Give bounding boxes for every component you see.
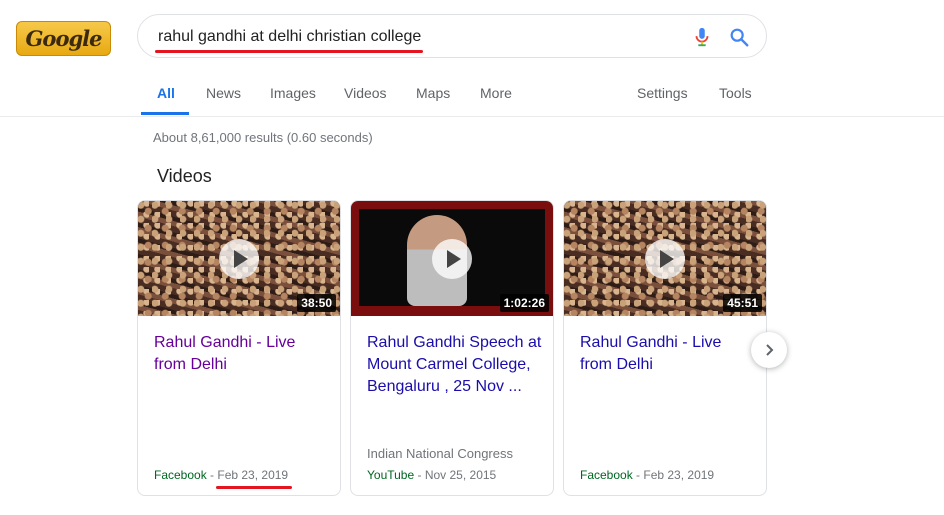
chevron-right-icon	[766, 344, 774, 356]
play-icon[interactable]	[432, 239, 472, 279]
play-icon[interactable]	[219, 239, 259, 279]
video-duration: 38:50	[297, 294, 336, 312]
video-channel: Indian National Congress	[367, 446, 513, 461]
annotation-underline-date	[216, 486, 292, 489]
video-card[interactable]: 1:02:26 Rahul Gandhi Speech at Mount Car…	[350, 200, 554, 496]
video-thumbnail[interactable]: 1:02:26	[351, 201, 553, 316]
video-title-link[interactable]: Rahul Gandhi Speech at Mount Carmel Coll…	[367, 332, 543, 398]
search-icon[interactable]	[728, 26, 750, 48]
tab-news[interactable]: News	[206, 85, 241, 101]
video-source: Facebook	[154, 468, 207, 482]
play-icon[interactable]	[645, 239, 685, 279]
video-meta: Facebook - Feb 23, 2019	[154, 468, 289, 482]
search-input[interactable]: rahul gandhi at delhi christian college	[158, 28, 421, 46]
mic-icon[interactable]	[691, 26, 713, 48]
video-thumbnail[interactable]: 45:51	[564, 201, 766, 316]
tab-maps[interactable]: Maps	[416, 85, 450, 101]
search-box[interactable]: rahul gandhi at delhi christian college	[137, 14, 767, 58]
active-tab-indicator	[141, 112, 189, 115]
video-duration: 45:51	[723, 294, 762, 312]
video-duration: 1:02:26	[499, 294, 549, 312]
tab-all[interactable]: All	[157, 85, 175, 101]
tab-more[interactable]: More	[480, 85, 512, 101]
google-logo[interactable]: Google	[16, 21, 111, 56]
tab-settings[interactable]: Settings	[637, 85, 688, 101]
video-date: Feb 23, 2019	[217, 468, 289, 482]
search-tabs: All News Images Videos Maps More Setting…	[0, 75, 944, 117]
logo-text: Google	[25, 26, 103, 51]
video-thumbnail[interactable]: 38:50	[138, 201, 340, 316]
carousel-next-button[interactable]	[751, 332, 787, 368]
tab-tools[interactable]: Tools	[719, 85, 752, 101]
tab-images[interactable]: Images	[270, 85, 316, 101]
video-date: Nov 25, 2015	[424, 468, 497, 482]
result-stats: About 8,61,000 results (0.60 seconds)	[153, 130, 373, 145]
video-meta: YouTube - Nov 25, 2015	[367, 468, 497, 482]
video-date: Feb 23, 2019	[643, 468, 715, 482]
video-meta: Facebook - Feb 23, 2019	[580, 468, 715, 482]
videos-heading: Videos	[157, 166, 212, 186]
video-card[interactable]: 45:51 Rahul Gandhi - Live from Delhi Fac…	[563, 200, 767, 496]
video-source: YouTube	[367, 468, 415, 482]
annotation-underline-query	[155, 50, 423, 53]
video-title-link[interactable]: Rahul Gandhi - Live from Delhi	[154, 332, 330, 376]
video-card[interactable]: 38:50 Rahul Gandhi - Live from Delhi Fac…	[137, 200, 341, 496]
video-source: Facebook	[580, 468, 633, 482]
tab-videos[interactable]: Videos	[344, 85, 387, 101]
video-title-link[interactable]: Rahul Gandhi - Live from Delhi	[580, 332, 756, 376]
